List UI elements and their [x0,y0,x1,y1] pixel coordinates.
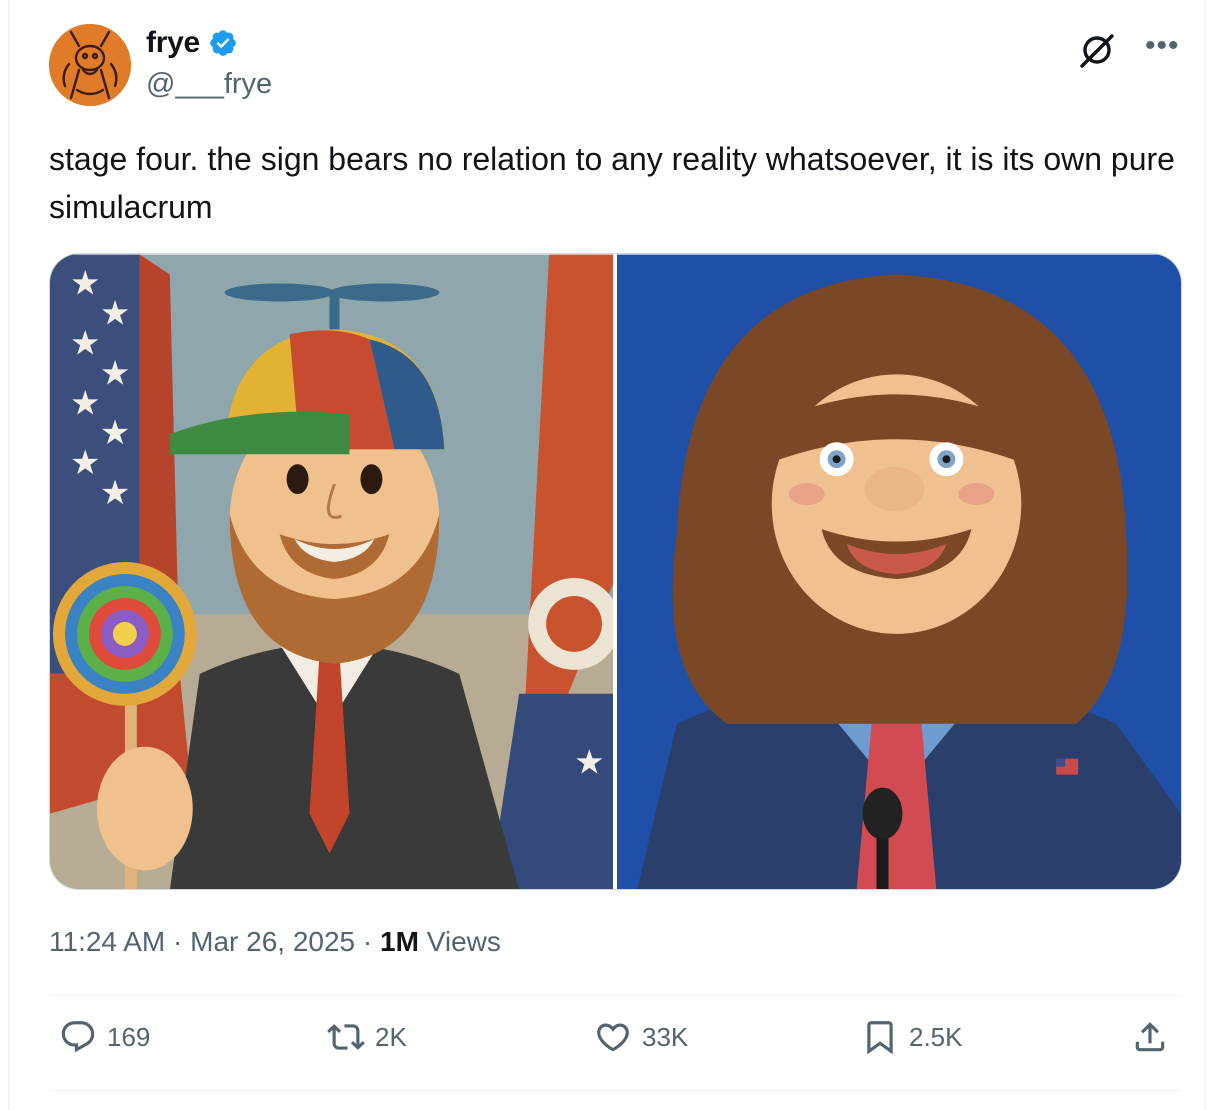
bookmark-icon [867,1021,893,1055]
handle[interactable]: @___frye [146,68,272,101]
meta-separator: · [355,926,381,957]
repost-icon [327,1024,365,1050]
like-icon [597,1023,629,1052]
svg-text:★: ★ [70,444,100,482]
more-icon[interactable]: ••• [1145,31,1180,61]
svg-text:★: ★ [574,744,604,782]
reply-button[interactable]: 169 [59,1018,150,1056]
media-image-left[interactable]: ★★ ★★ ★★ ★★ ★ [50,254,613,890]
grok-icon[interactable] [1077,30,1117,70]
reply-icon [61,1021,95,1053]
svg-text:★: ★ [100,294,130,332]
media-gallery: ★ ★ ★ ★ ★ ★ ★ ★ ★ [49,253,1182,890]
like-button[interactable]: 33K [594,1018,688,1056]
share-icon [1135,1022,1165,1052]
share-button[interactable] [1131,1018,1169,1056]
bookmark-button[interactable]: 2.5K [861,1018,963,1056]
like-count: 33K [642,1021,689,1052]
tweet-card: frye @___frye ••• stage four. the sign b… [8,0,1205,1110]
bookmark-count: 2.5K [909,1021,963,1052]
reply-count: 169 [107,1021,151,1052]
svg-text:★: ★ [70,384,100,422]
media-image-right[interactable] [617,254,1181,890]
action-bar: 169 2K 33K 2.5K [49,1018,1182,1074]
avatar[interactable] [49,24,131,106]
svg-text:★: ★ [100,414,130,452]
svg-text:★: ★ [100,354,130,392]
tweet-text: stage four. the sign bears no relation t… [49,141,1175,225]
meta-separator: · [165,926,191,957]
divider [49,995,1182,996]
repost-count: 2K [375,1021,407,1052]
author-name-row: frye [146,26,238,60]
repost-button[interactable]: 2K [327,1018,407,1056]
tweet-meta: 11:24 AM · Mar 26, 2025 · 1M Views [49,926,501,958]
svg-text:★: ★ [70,264,100,302]
tweet-time[interactable]: 11:24 AM [49,926,165,957]
views-count: 1M [380,926,419,957]
views-label: Views [418,926,501,957]
verified-badge-icon [210,30,236,56]
display-name[interactable]: frye [146,26,200,60]
divider [49,1090,1182,1091]
tweet-date[interactable]: Mar 26, 2025 [190,926,355,957]
svg-text:★: ★ [70,324,100,362]
svg-text:★: ★ [100,474,130,512]
